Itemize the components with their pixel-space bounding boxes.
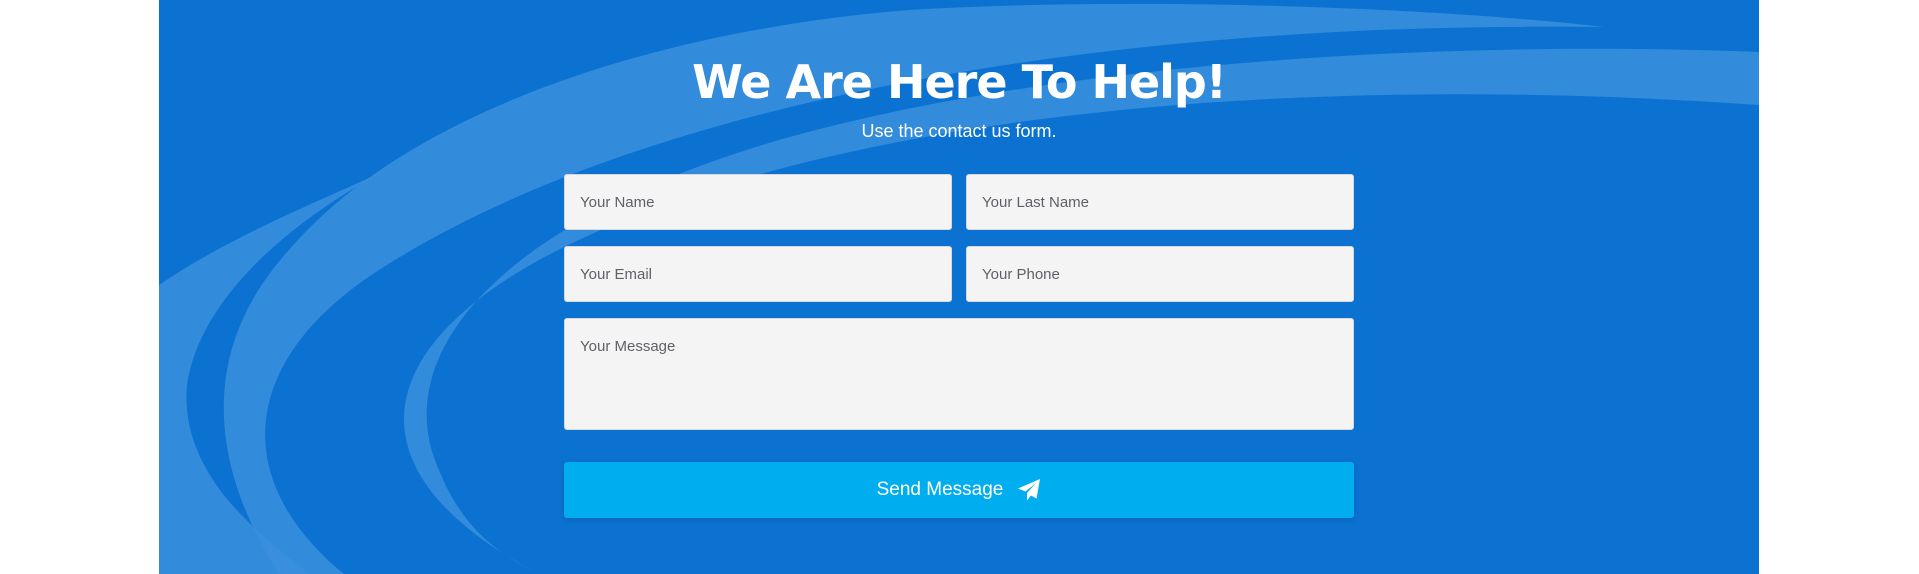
page-title: We Are Here To Help! — [692, 55, 1227, 109]
page: We Are Here To Help! Use the contact us … — [0, 0, 1919, 574]
email-field[interactable] — [564, 246, 952, 302]
page-subtitle: Use the contact us form. — [861, 121, 1057, 141]
last-name-field[interactable] — [966, 174, 1354, 230]
contact-section: We Are Here To Help! Use the contact us … — [159, 0, 1759, 574]
send-message-label: Send Message — [876, 479, 1004, 500]
message-field[interactable] — [564, 318, 1354, 430]
send-message-button[interactable]: Send Message — [564, 462, 1354, 518]
phone-field[interactable] — [966, 246, 1354, 302]
paper-plane-icon — [1017, 478, 1041, 502]
first-name-field[interactable] — [564, 174, 952, 230]
